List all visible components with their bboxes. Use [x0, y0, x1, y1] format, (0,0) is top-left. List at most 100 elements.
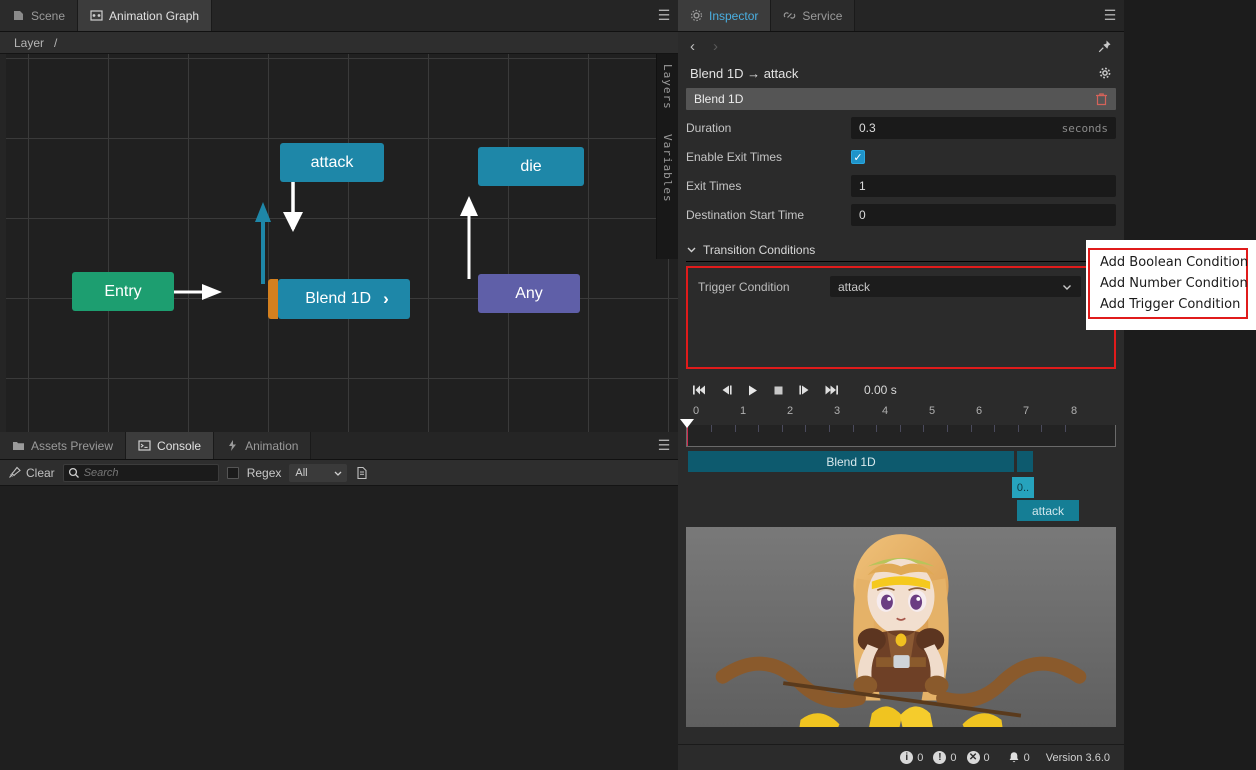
timeline-clip-blend-1d-tail[interactable] [1017, 451, 1033, 472]
status-error-count: 0 [983, 751, 990, 764]
property-label-exit-times: Exit Times [686, 179, 742, 193]
status-info[interactable]: i 0 [900, 751, 923, 764]
graph-node-blend-1d[interactable]: Blend 1D › [268, 279, 410, 319]
side-tab-layers[interactable]: Layers [661, 54, 674, 124]
step-back-icon[interactable] [720, 384, 733, 396]
graph-node-die[interactable]: die [478, 147, 584, 186]
clear-button[interactable]: Clear [8, 466, 55, 480]
animation-icon [226, 439, 239, 452]
transition-conditions-title: Transition Conditions [703, 242, 816, 257]
tab-console[interactable]: Console [126, 432, 215, 459]
condition-value: attack [838, 279, 871, 294]
transition-conditions-header[interactable]: Transition Conditions + [686, 238, 1116, 262]
console-output[interactable] [0, 486, 678, 770]
enable-exit-times-checkbox[interactable]: ✓ [851, 150, 865, 164]
skip-to-start-icon[interactable] [692, 384, 707, 396]
timeline-clip-blend-1d[interactable]: Blend 1D [688, 451, 1014, 472]
status-notifications[interactable]: 0 [1008, 751, 1030, 764]
right-backdrop [1124, 0, 1256, 770]
graph-side-tabs: Layers Variables [656, 54, 678, 259]
tab-assets-preview[interactable]: Assets Preview [0, 432, 127, 459]
tab-inspector-label: Inspector [709, 8, 759, 23]
menu-item-add-trigger-condition[interactable]: Add Trigger Condition [1090, 294, 1246, 315]
tab-animation-graph[interactable]: Animation Graph [78, 0, 213, 31]
tab-inspector[interactable]: Inspector [678, 0, 772, 31]
status-version: Version 3.6.0 [1045, 751, 1110, 764]
trash-icon[interactable] [1095, 92, 1108, 106]
status-warning[interactable]: ! 0 [933, 751, 957, 764]
timeline-clip-value[interactable]: 0.. [1012, 477, 1034, 498]
property-field-exit-times[interactable]: 1 [851, 175, 1116, 197]
property-field-duration[interactable]: 0.3 seconds [851, 117, 1116, 139]
timeline-clip-value-label: 0.. [1016, 481, 1030, 494]
chevron-down-icon[interactable] [686, 244, 697, 255]
property-row-exit-times: Exit Times 1 [686, 174, 1116, 198]
timeline-ruler[interactable]: 0 1 2 3 4 5 6 7 8 [686, 405, 1116, 425]
bell-icon [1008, 751, 1020, 764]
component-header[interactable]: Blend 1D [686, 88, 1116, 110]
condition-value-select[interactable]: attack [830, 276, 1081, 297]
graph-canvas[interactable]: Entry Blend 1D › attack die Any Layers V… [6, 54, 678, 432]
play-icon[interactable] [746, 384, 759, 397]
graph-node-entry-label: Entry [104, 282, 142, 300]
status-error[interactable]: ✕ 0 [966, 751, 990, 764]
chevron-down-icon [1061, 281, 1073, 293]
info-icon: i [900, 751, 914, 764]
scene-icon [12, 9, 25, 22]
console-panel-menu-icon[interactable]: ☰ [650, 432, 678, 459]
animation-timeline: 0.00 s 0 1 2 3 4 5 6 7 8 Blend 1D 0.. at… [678, 379, 1124, 521]
timeline-track-header[interactable] [680, 419, 1116, 447]
broom-icon [8, 466, 21, 479]
side-tab-variables[interactable]: Variables [661, 124, 674, 217]
chevron-right-icon[interactable]: › [713, 38, 718, 55]
condition-row: Trigger Condition attack [698, 276, 1104, 297]
timeline-clip-attack[interactable]: attack [1017, 500, 1079, 521]
status-notification-count: 0 [1023, 751, 1030, 764]
graph-node-attack[interactable]: attack [280, 143, 384, 182]
timeline-tracks[interactable]: Blend 1D 0.. attack [686, 447, 1116, 521]
exit-times-value: 1 [859, 179, 866, 193]
inspector-panel-menu-icon[interactable]: ☰ [1096, 0, 1124, 31]
timeline-controls: 0.00 s [678, 379, 1124, 401]
console-pane: Assets Preview Console Animation ☰ Clear… [0, 432, 678, 770]
property-field-destination-start-time[interactable]: 0 [851, 204, 1116, 226]
graph-canvas-wrap[interactable]: Entry Blend 1D › attack die Any Layers V… [0, 54, 678, 432]
chevron-down-icon [333, 468, 343, 478]
console-search-box[interactable] [62, 463, 219, 482]
graph-node-any[interactable]: Any [478, 274, 580, 313]
folder-icon [12, 439, 25, 452]
animation-graph-icon [90, 9, 103, 22]
ruler-tick-2: 2 [786, 405, 794, 417]
pin-icon[interactable] [1097, 39, 1112, 54]
console-filter-select[interactable]: All [289, 463, 348, 482]
menu-item-add-boolean-condition[interactable]: Add Boolean Condition [1090, 252, 1248, 273]
layer-path[interactable]: / [54, 36, 57, 50]
tab-service-label: Service [802, 8, 843, 23]
graph-panel-menu-icon[interactable]: ☰ [650, 0, 678, 31]
skip-to-end-icon[interactable] [824, 384, 839, 396]
chevron-right-icon[interactable]: › [383, 289, 389, 309]
console-icon [138, 439, 151, 452]
menu-item-add-number-condition[interactable]: Add Number Condition [1090, 273, 1248, 294]
tab-scene[interactable]: Scene [0, 0, 79, 31]
timeline-playhead[interactable] [680, 419, 694, 428]
character-preview[interactable] [686, 527, 1116, 727]
graph-node-entry[interactable]: Entry [72, 272, 174, 311]
search-icon [68, 467, 80, 479]
inspector-nav-row: ‹ › [678, 32, 1124, 60]
inspector-settings-gear-icon[interactable] [1098, 66, 1112, 80]
tab-service[interactable]: Service [771, 0, 856, 31]
duration-value: 0.3 [859, 121, 876, 135]
tab-animation[interactable]: Animation [214, 432, 312, 459]
layer-label: Layer [14, 35, 45, 50]
property-label-duration: Duration [686, 121, 732, 135]
step-forward-icon[interactable] [798, 384, 811, 396]
log-file-icon[interactable] [355, 466, 369, 480]
graph-node-die-label: die [520, 157, 542, 175]
regex-checkbox[interactable] [226, 466, 239, 479]
link-icon [783, 9, 796, 22]
ruler-tick-8: 8 [1070, 405, 1078, 417]
stop-icon[interactable] [772, 384, 785, 397]
chevron-left-icon[interactable]: ‹ [690, 38, 695, 55]
console-search-input[interactable] [83, 466, 218, 479]
